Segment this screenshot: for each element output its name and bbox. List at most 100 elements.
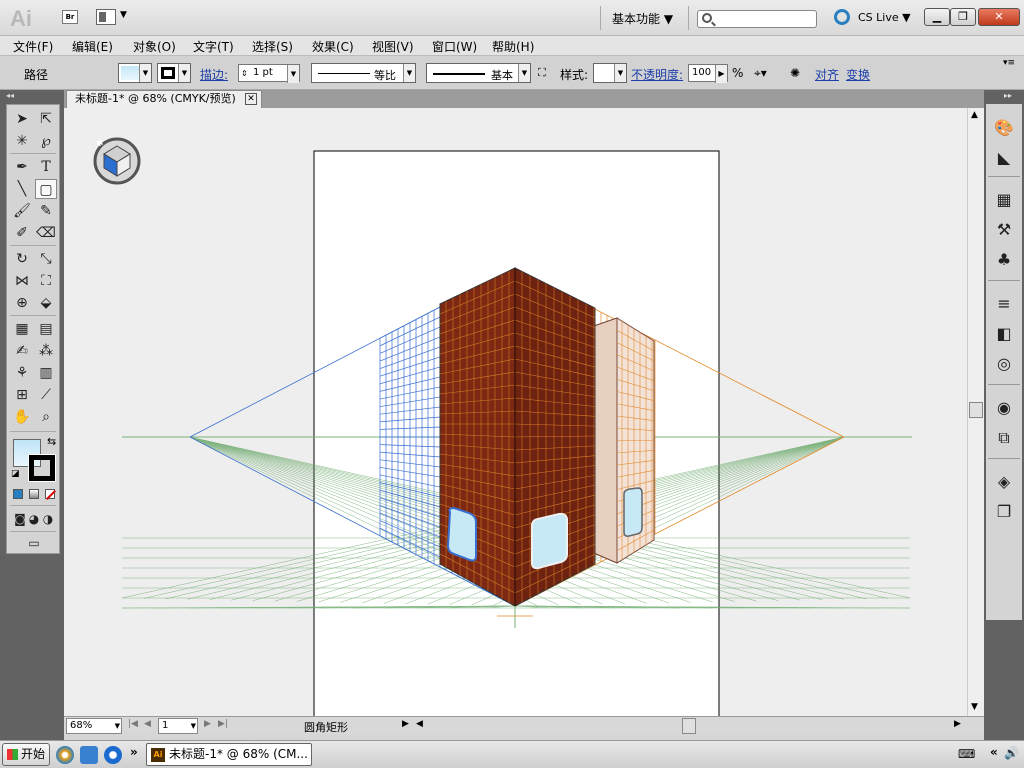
menu-edit[interactable]: 编辑(E) xyxy=(72,38,113,55)
artboards-panel-icon[interactable]: ❐ xyxy=(994,502,1014,522)
stroke-panel-icon[interactable]: ≡ xyxy=(994,294,1014,314)
magic-wand-icon[interactable]: ✳ xyxy=(11,131,33,151)
menu-help[interactable]: 帮助(H) xyxy=(492,38,534,55)
tab-document[interactable]: 未标题-1* @ 68% (CMYK/预览) ✕ xyxy=(66,90,262,108)
menu-view[interactable]: 视图(V) xyxy=(372,38,414,55)
minimize-button[interactable]: ▁ xyxy=(924,8,950,26)
brush-definition[interactable]: 基本 ▼ xyxy=(426,63,531,83)
stroke-panel-link[interactable]: 描边: xyxy=(200,66,228,83)
transform-panel-link[interactable]: 变换 xyxy=(846,66,870,83)
menu-type[interactable]: 文字(T) xyxy=(193,38,234,55)
horizontal-scroll-thumb[interactable] xyxy=(682,718,696,734)
stroke-weight-field[interactable]: ⇕ 1 pt ▼ xyxy=(238,64,300,83)
taskbar-item-illustrator[interactable]: Ai 未标题-1* @ 68% (CM... xyxy=(146,743,312,766)
lasso-icon[interactable]: ℘ xyxy=(35,131,57,151)
brushes-panel-icon[interactable]: ⚒ xyxy=(994,220,1014,240)
symbol-sprayer-icon[interactable]: ⚘ xyxy=(11,363,33,383)
pencil-icon[interactable]: ✎ xyxy=(35,201,57,221)
start-button[interactable]: 开始 xyxy=(2,743,50,766)
status-menu-icon[interactable]: ▶ xyxy=(402,719,409,729)
cs-live-button[interactable]: CS Live ▼ xyxy=(858,11,911,24)
collapse-icon[interactable]: ◂◂ xyxy=(6,91,14,100)
stroke-color-picker[interactable]: ▼ xyxy=(157,63,191,83)
pen-icon[interactable]: ✒ xyxy=(11,157,33,177)
graphic-styles-icon[interactable]: ⧉ xyxy=(994,428,1014,448)
chevron-down-icon[interactable]: ▼ xyxy=(115,719,120,733)
chevron-right-icon[interactable]: ▶ xyxy=(715,65,727,83)
variable-width-profile[interactable]: 等比 ▼ xyxy=(311,63,416,83)
cs-live-icon[interactable] xyxy=(834,9,850,25)
symbols-panel-icon[interactable]: ♣ xyxy=(994,250,1014,270)
appearance-panel-icon[interactable]: ◉ xyxy=(994,398,1014,418)
slice-icon[interactable]: ⟋ xyxy=(35,385,57,405)
stroke-proxy[interactable] xyxy=(28,454,56,482)
vertical-scrollbar[interactable]: ▲ ▼ xyxy=(967,108,984,716)
none-mode-icon[interactable] xyxy=(45,489,56,500)
fill-color-picker[interactable]: ▼ xyxy=(118,63,152,83)
menu-file[interactable]: 文件(F) xyxy=(13,38,53,55)
swap-icon[interactable]: ⇆ xyxy=(47,435,56,448)
line-icon[interactable]: ╲ xyxy=(11,179,33,199)
color-panel-icon[interactable]: 🎨 xyxy=(994,118,1014,138)
close-icon[interactable]: ✕ xyxy=(245,93,257,105)
chevron-down-icon[interactable]: ▼ xyxy=(191,719,196,733)
shape-builder-icon[interactable]: ⊕ xyxy=(11,293,33,313)
artwork-canvas[interactable]: ✱ xyxy=(64,108,967,716)
column-graph-icon[interactable]: ▥ xyxy=(35,363,57,383)
type-icon[interactable]: T xyxy=(35,157,57,177)
zoom-icon[interactable]: ⌕ xyxy=(35,407,57,427)
first-artboard-icon[interactable]: |◀ xyxy=(128,719,138,729)
scroll-left-icon[interactable]: ◀ xyxy=(416,719,423,729)
opacity-field[interactable]: 100 ▶ xyxy=(688,64,728,83)
artboard-field[interactable]: 1 ▼ xyxy=(158,718,198,734)
artboard-icon[interactable]: ⊞ xyxy=(11,385,33,405)
chevron-down-icon[interactable]: ▼ xyxy=(403,64,415,82)
scroll-up-icon[interactable]: ▲ xyxy=(971,110,978,120)
swatches-panel-icon[interactable]: ▦ xyxy=(994,190,1014,210)
maximize-button[interactable]: ❐ xyxy=(950,8,976,26)
hand-icon[interactable]: ✋ xyxy=(11,407,33,427)
blend-icon[interactable]: ⁂ xyxy=(35,341,57,361)
opacity-panel-link[interactable]: 不透明度: xyxy=(631,66,683,83)
rotate-icon[interactable]: ↻ xyxy=(11,249,33,269)
menu-window[interactable]: 窗口(W) xyxy=(432,38,477,55)
gradient-panel-icon[interactable]: ◧ xyxy=(994,324,1014,344)
workspace-switcher[interactable]: 基本功能 ▼ xyxy=(612,10,673,27)
zoom-field[interactable]: 68% ▼ xyxy=(66,718,122,734)
close-button[interactable]: ✕ xyxy=(978,8,1020,26)
stepper-icon[interactable]: ⇕ xyxy=(241,66,248,82)
chevron-down-icon[interactable]: ▼ xyxy=(139,64,151,82)
layers-panel-icon[interactable]: ◈ xyxy=(994,472,1014,492)
chevron-down-icon[interactable]: ▼ xyxy=(178,64,190,82)
perspective-grid-icon[interactable]: ⬙ xyxy=(35,293,57,313)
help-search-input[interactable] xyxy=(697,10,817,28)
draw-inside-icon[interactable]: ◑ xyxy=(37,509,59,529)
default-colors-icon[interactable]: ◪ xyxy=(11,469,20,479)
chevron-down-icon[interactable]: ▼ xyxy=(614,64,626,82)
ie-icon[interactable] xyxy=(104,746,122,764)
menu-object[interactable]: 对象(O) xyxy=(133,38,176,55)
document-setup-icon[interactable]: ✺ xyxy=(790,66,800,80)
next-artboard-icon[interactable]: ▶ xyxy=(204,719,211,729)
color-guide-icon[interactable]: ◣ xyxy=(994,148,1014,168)
scroll-right-icon[interactable]: ▶ xyxy=(954,719,961,729)
width-icon[interactable]: ⋈ xyxy=(11,271,33,291)
scale-icon[interactable]: ⤡ xyxy=(35,249,57,269)
gradient-icon[interactable]: ▤ xyxy=(35,319,57,339)
chevron-down-icon[interactable]: ▼ xyxy=(518,64,530,82)
volume-icon[interactable]: 🔊 xyxy=(1004,746,1019,760)
tray-expand-icon[interactable]: « xyxy=(990,745,998,759)
bridge-button[interactable]: Br xyxy=(62,10,78,24)
gradient-mode-icon[interactable] xyxy=(29,489,39,499)
quicklaunch-overflow-icon[interactable]: » xyxy=(130,745,138,759)
color-mode-icon[interactable] xyxy=(13,489,23,499)
menu-select[interactable]: 选择(S) xyxy=(252,38,293,55)
scroll-thumb[interactable] xyxy=(969,402,983,418)
direct-selection-icon[interactable]: ⇱ xyxy=(35,109,57,129)
align-panel-link[interactable]: 对齐 xyxy=(815,66,839,83)
mesh-icon[interactable]: ▦ xyxy=(11,319,33,339)
transparency-panel-icon[interactable]: ◎ xyxy=(994,354,1014,374)
expand-icon[interactable]: ▸▸ xyxy=(1004,91,1012,100)
scroll-down-icon[interactable]: ▼ xyxy=(971,702,978,712)
recolor-artwork-icon[interactable]: ⛶ xyxy=(538,66,546,80)
